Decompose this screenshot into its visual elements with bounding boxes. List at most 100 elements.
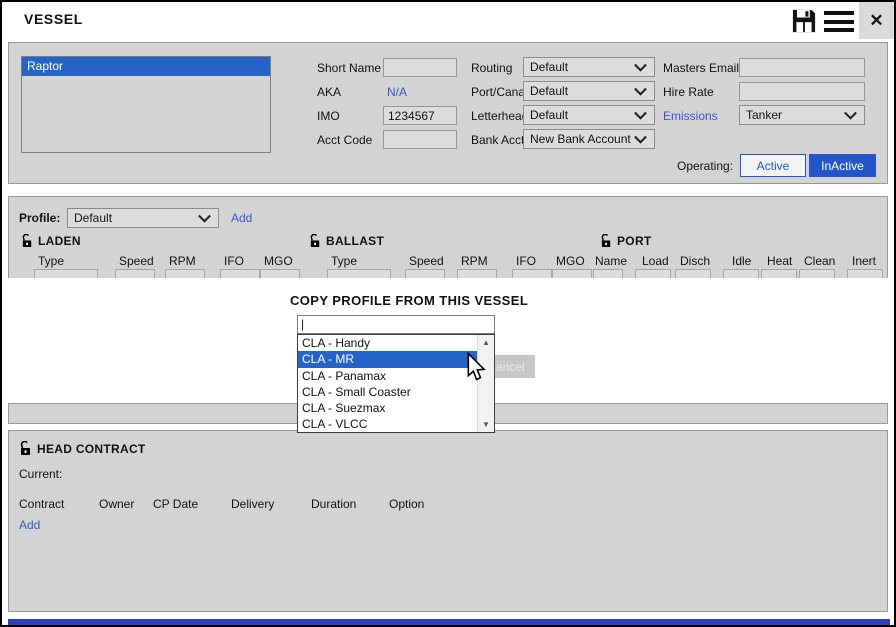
dropdown-option[interactable]: CLA - Panamax: [298, 368, 478, 384]
copy-profile-search-input[interactable]: |: [297, 315, 495, 334]
masters-email-label: Masters Email: [663, 61, 739, 75]
emissions-select-value: Tanker: [746, 108, 782, 122]
save-icon[interactable]: [790, 7, 818, 35]
hc-col-option: Option: [389, 497, 424, 511]
acct-code-input[interactable]: [383, 130, 457, 149]
bank-acct-select[interactable]: New Bank Account: [523, 129, 655, 149]
dropdown-option-selected[interactable]: CLA - MR: [298, 351, 478, 367]
port-col-disch: Disch: [680, 254, 710, 268]
current-label: Current:: [19, 467, 62, 481]
dropdown-option[interactable]: CLA - Small Coaster: [298, 384, 478, 400]
laden-section-header: LADEN: [21, 234, 81, 248]
chevron-down-icon: [634, 59, 647, 72]
vessel-list-item-selected[interactable]: Raptor: [22, 57, 270, 76]
copy-profile-modal-title: COPY PROFILE FROM THIS VESSEL: [290, 293, 528, 308]
routing-select-value: Default: [530, 60, 568, 74]
laden-col-mgo: MGO: [264, 254, 293, 268]
ballast-section-header: BALLAST: [309, 234, 384, 248]
port-section-header: PORT: [600, 234, 652, 248]
vessel-info-panel: Raptor Short Name AKA N/A IMO Acct Code …: [8, 42, 888, 184]
hc-col-duration: Duration: [311, 497, 356, 511]
hire-rate-label: Hire Rate: [663, 85, 714, 99]
imo-input[interactable]: [383, 106, 457, 125]
bank-acct-label: Bank Acct: [471, 133, 524, 147]
bottom-accent-bar: [8, 619, 890, 625]
ballast-col-speed: Speed: [409, 254, 444, 268]
unlock-icon: [309, 234, 322, 248]
chevron-down-icon: [844, 107, 857, 120]
hc-col-cp-date: CP Date: [153, 497, 198, 511]
operating-active-button[interactable]: Active: [740, 154, 806, 177]
ballast-col-type: Type: [331, 254, 357, 268]
head-contract-add-link[interactable]: Add: [19, 518, 40, 532]
head-contract-panel: HEAD CONTRACT Current: Contract Owner CP…: [8, 430, 888, 612]
unlock-icon: [19, 441, 33, 456]
imo-label: IMO: [317, 109, 340, 123]
port-col-clean: Clean: [804, 254, 835, 268]
port-col-inert: Inert: [852, 254, 876, 268]
port-col-idle: Idle: [732, 254, 751, 268]
port-canal-select-value: Default: [530, 84, 568, 98]
port-col-name: Name: [595, 254, 627, 268]
ballast-title: BALLAST: [326, 234, 384, 248]
chevron-down-icon: [634, 131, 647, 144]
vessel-window: VESSEL ✕ Raptor Short Name AKA N/A IMO A…: [0, 0, 896, 627]
short-name-label: Short Name: [317, 61, 381, 75]
ballast-col-mgo: MGO: [556, 254, 585, 268]
profile-select[interactable]: Default: [67, 208, 219, 228]
head-contract-title: HEAD CONTRACT: [37, 442, 146, 456]
operating-inactive-button[interactable]: InActive: [809, 154, 876, 177]
emissions-label-link[interactable]: Emissions: [663, 109, 718, 123]
scroll-up-icon[interactable]: ▲: [478, 335, 494, 350]
port-col-heat: Heat: [767, 254, 792, 268]
vessel-listbox[interactable]: Raptor: [21, 56, 271, 153]
routing-select[interactable]: Default: [523, 57, 655, 77]
scroll-down-icon[interactable]: ▼: [478, 417, 494, 432]
unlock-icon: [600, 234, 613, 248]
chevron-down-icon: [198, 210, 211, 223]
port-title: PORT: [617, 234, 652, 248]
port-col-load: Load: [642, 254, 669, 268]
dropdown-option[interactable]: CLA - Handy: [298, 335, 478, 351]
close-icon[interactable]: ✕: [859, 2, 894, 39]
laden-col-speed: Speed: [119, 254, 154, 268]
page-title: VESSEL: [24, 11, 83, 27]
port-canal-select[interactable]: Default: [523, 81, 655, 101]
laden-title: LADEN: [38, 234, 81, 248]
profile-select-value: Default: [74, 211, 112, 225]
short-name-input[interactable]: [383, 58, 457, 77]
ballast-col-ifo: IFO: [516, 254, 536, 268]
hamburger-menu-icon[interactable]: [824, 11, 854, 33]
ballast-col-rpm: RPM: [461, 254, 488, 268]
profile-add-link[interactable]: Add: [231, 211, 252, 225]
hc-col-contract: Contract: [19, 497, 64, 511]
port-canal-label: Port/Canal: [471, 85, 528, 99]
dropdown-scrollbar[interactable]: ▲ ▼: [477, 335, 494, 432]
hc-col-owner: Owner: [99, 497, 134, 511]
laden-col-type: Type: [38, 254, 64, 268]
letterhead-select-value: Default: [530, 108, 568, 122]
laden-col-ifo: IFO: [224, 254, 244, 268]
chevron-down-icon: [634, 83, 647, 96]
dropdown-option[interactable]: CLA - Suezmax: [298, 400, 478, 416]
aka-label: AKA: [317, 85, 341, 99]
acct-code-label: Acct Code: [317, 133, 372, 147]
emissions-select[interactable]: Tanker: [739, 105, 865, 125]
chevron-down-icon: [634, 107, 647, 120]
unlock-icon: [21, 234, 34, 248]
hire-rate-input[interactable]: [739, 82, 865, 101]
routing-label: Routing: [471, 61, 512, 75]
text-caret: |: [301, 317, 304, 331]
laden-col-rpm: RPM: [169, 254, 196, 268]
hc-col-delivery: Delivery: [231, 497, 274, 511]
operating-label: Operating:: [677, 159, 733, 173]
dropdown-option[interactable]: CLA - VLCC: [298, 416, 478, 432]
bank-acct-select-value: New Bank Account: [530, 132, 631, 146]
head-contract-section-header: HEAD CONTRACT: [19, 441, 146, 456]
masters-email-input[interactable]: [739, 58, 865, 77]
profile-label: Profile:: [19, 211, 60, 225]
letterhead-label: Letterhead: [471, 109, 528, 123]
aka-value-link[interactable]: N/A: [387, 85, 407, 99]
letterhead-select[interactable]: Default: [523, 105, 655, 125]
profile-options-dropdown: CLA - Handy CLA - MR CLA - Panamax CLA -…: [297, 334, 495, 433]
